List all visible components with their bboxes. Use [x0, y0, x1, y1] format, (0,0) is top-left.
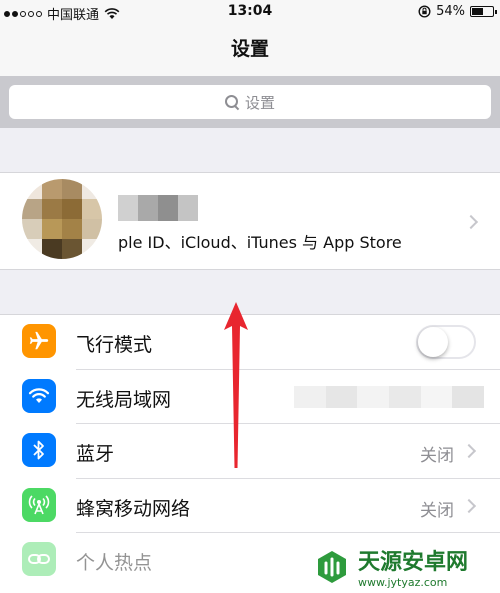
- row-label: 个人热点: [76, 552, 153, 574]
- site-watermark: 天源安卓网 www.jytyaz.com: [306, 540, 500, 593]
- row-label: 蜂窝移动网络: [76, 497, 191, 520]
- row-label: 飞行模式: [76, 334, 153, 356]
- account-name-blurred: [118, 195, 198, 221]
- search-area: 设置: [0, 76, 500, 128]
- row-cellular[interactable]: 蜂窝移动网络 关闭: [0, 479, 500, 533]
- wifi-icon: [22, 378, 56, 413]
- chevron-right-icon: [461, 498, 477, 513]
- watermark-url: www.jytyaz.com: [358, 576, 448, 589]
- hotspot-icon: [22, 542, 56, 576]
- search-input[interactable]: 设置: [9, 85, 491, 119]
- apple-id-cell[interactable]: ple ID、iCloud、iTunes 与 App Store: [0, 172, 500, 270]
- cellular-icon: [22, 487, 56, 522]
- battery-icon: [470, 6, 497, 17]
- row-airplane-mode[interactable]: 飞行模式: [0, 315, 500, 370]
- apple-id-subtitle: ple ID、iCloud、iTunes 与 App Store: [118, 233, 402, 252]
- wifi-network-blurred: [294, 385, 485, 408]
- row-label: 无线局域网: [76, 388, 172, 411]
- battery-percent: 54%: [436, 4, 465, 19]
- watermark-name: 天源安卓网: [358, 550, 469, 575]
- rotation-lock-icon: [418, 5, 431, 18]
- search-placeholder: 设置: [244, 93, 275, 112]
- row-bluetooth[interactable]: 蓝牙 关闭: [0, 424, 500, 479]
- watermark-logo-icon: [318, 550, 346, 583]
- nav-bar: 设置: [0, 24, 500, 76]
- search-icon: [224, 95, 239, 109]
- chevron-right-icon: [461, 443, 477, 459]
- cellular-status: 关闭: [420, 500, 454, 521]
- red-arrow-annotation: [224, 302, 248, 468]
- row-label: 蓝牙: [76, 443, 115, 465]
- airplane-icon: [22, 324, 56, 358]
- page-title: 设置: [230, 38, 269, 60]
- chevron-right-icon: [463, 214, 479, 230]
- airplane-mode-toggle[interactable]: [416, 325, 476, 359]
- bluetooth-status: 关闭: [420, 446, 454, 466]
- avatar: [22, 179, 102, 259]
- bluetooth-icon: [22, 433, 56, 467]
- status-bar: 中国联通 13:04 54%: [0, 0, 500, 24]
- row-wifi[interactable]: 无线局域网: [0, 370, 500, 424]
